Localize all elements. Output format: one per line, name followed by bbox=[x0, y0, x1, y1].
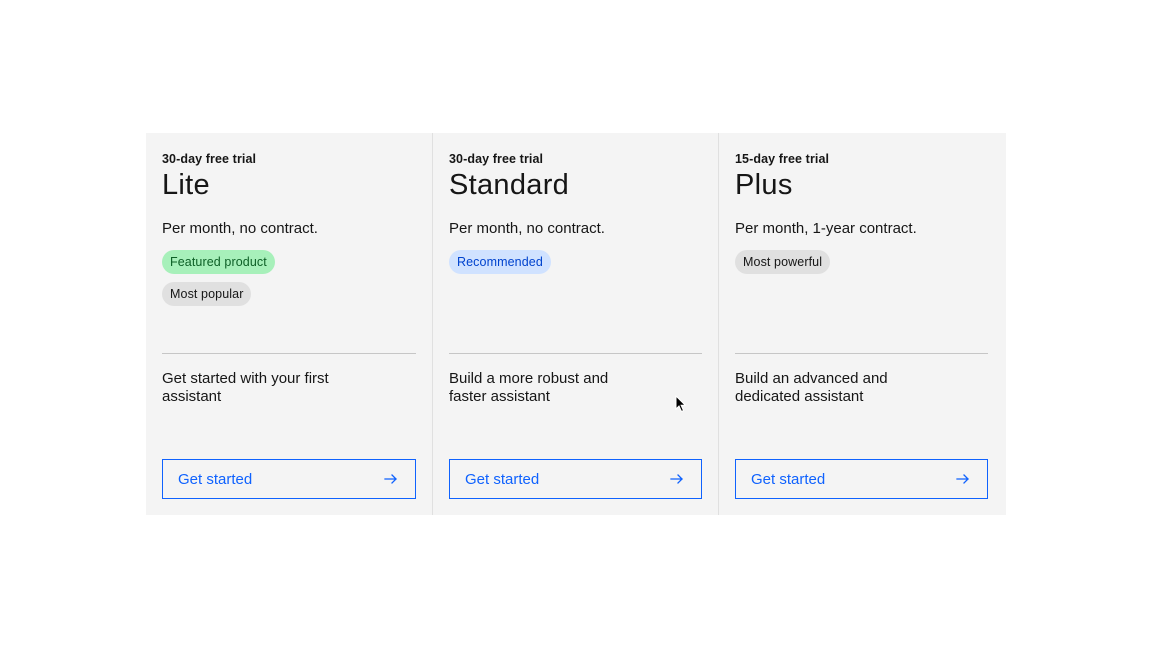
arrow-right-icon bbox=[383, 471, 399, 487]
tag-most-powerful: Most powerful bbox=[735, 250, 831, 274]
tag-most-popular: Most popular bbox=[162, 282, 252, 306]
price-note: Per month, no contract. bbox=[162, 220, 318, 237]
tag-list: Most powerful bbox=[735, 250, 831, 274]
plan-description: Build an advanced and dedicated assistan… bbox=[735, 370, 888, 405]
get-started-label: Get started bbox=[465, 470, 540, 488]
trial-label: 30-day free trial bbox=[162, 152, 257, 166]
mouse-pointer-icon bbox=[675, 394, 687, 413]
get-started-label: Get started bbox=[178, 470, 253, 488]
plan-card-plus: 15-day free trial Plus Per month, 1-year… bbox=[718, 133, 1004, 515]
get-started-label: Get started bbox=[751, 470, 826, 488]
plan-card-content: 30-day free trial Lite Per month, no con… bbox=[162, 133, 416, 515]
tag-list: Recommended bbox=[449, 250, 551, 274]
pricing-cards: 30-day free trial Lite Per month, no con… bbox=[146, 133, 1006, 515]
arrow-right-icon bbox=[955, 471, 971, 487]
plan-name: Plus bbox=[735, 169, 793, 201]
get-started-button-lite[interactable]: Get started bbox=[162, 459, 416, 499]
plan-description: Get started with your first assistant bbox=[162, 370, 329, 405]
tag-recommended: Recommended bbox=[449, 250, 551, 274]
trial-label: 15-day free trial bbox=[735, 152, 830, 166]
plan-name: Standard bbox=[449, 169, 570, 201]
divider bbox=[162, 353, 416, 354]
plan-card-content: 15-day free trial Plus Per month, 1-year… bbox=[735, 133, 988, 515]
tag-list: Featured product Most popular bbox=[162, 250, 275, 306]
plan-name: Lite bbox=[162, 169, 210, 201]
tag-featured-product: Featured product bbox=[162, 250, 275, 274]
price-note: Per month, 1-year contract. bbox=[735, 220, 917, 237]
plan-description: Build a more robust and faster assistant bbox=[449, 370, 609, 405]
plan-card-content: 30-day free trial Standard Per month, no… bbox=[449, 133, 702, 515]
plan-card-lite: 30-day free trial Lite Per month, no con… bbox=[146, 133, 432, 515]
price-note: Per month, no contract. bbox=[449, 220, 605, 237]
divider bbox=[449, 353, 702, 354]
get-started-button-plus[interactable]: Get started bbox=[735, 459, 988, 499]
get-started-button-standard[interactable]: Get started bbox=[449, 459, 702, 499]
divider bbox=[735, 353, 988, 354]
plan-card-standard: 30-day free trial Standard Per month, no… bbox=[432, 133, 718, 515]
arrow-right-icon bbox=[669, 471, 685, 487]
trial-label: 30-day free trial bbox=[449, 152, 544, 166]
